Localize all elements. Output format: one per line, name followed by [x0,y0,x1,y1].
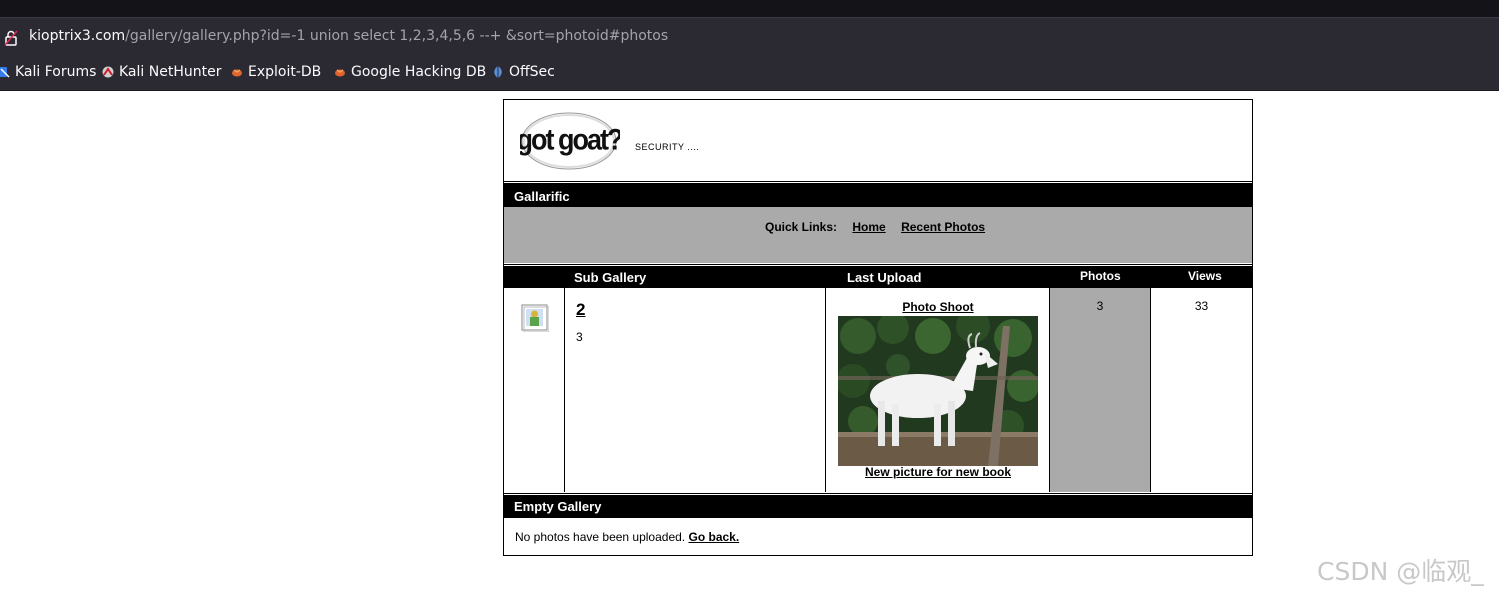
gallery-title: Gallarific [514,189,570,204]
site-tagline: SECURITY .... [635,142,700,152]
empty-gallery-message: No photos have been uploaded. Go back. [515,530,739,544]
url-domain: kioptrix3.com [29,28,126,44]
bookmark-kali-forums[interactable]: Kali Forums [0,64,96,80]
goat-photo[interactable] [836,309,1039,466]
go-back-link[interactable]: Go back. [688,530,739,544]
quick-links-label: Quick Links: [765,220,838,234]
sub-gallery-link[interactable]: 2 [576,300,585,320]
exploit-db-icon [231,66,243,78]
gallery-image-icon[interactable] [521,304,550,337]
quick-links: Quick Links: Home Recent Photos [765,220,985,234]
window-top-strip [0,0,1499,17]
ghdb-icon [334,66,346,78]
photos-count: 3 [1096,299,1104,313]
no-photos-text: No photos have been uploaded. [515,530,686,544]
divider [504,181,1252,182]
bookmark-google-hacking-db[interactable]: Google Hacking DB [334,64,486,80]
gallery-icon-cell [504,288,565,492]
views-count: 33 [1194,299,1209,313]
site-logo[interactable]: got goat? [517,110,624,177]
photo-shoot-link[interactable]: Photo Shoot [826,300,1050,314]
bookmark-kali-nethunter[interactable]: Kali NetHunter [102,64,221,80]
recent-photos-link[interactable]: Recent Photos [901,220,985,234]
last-upload-cell: Photo Shoot New picture for new book [826,288,1050,492]
gallery-page: got goat? SECURITY .... Gallarific Quick… [503,99,1253,556]
gallery-title-bar: Gallarific [504,183,1252,207]
url-text[interactable]: kioptrix3.com/gallery/gallery.php?id=-1 … [29,28,668,44]
header-photos: Photos [1080,269,1121,283]
watermark: CSDN @临观_ [1317,557,1484,586]
quick-links-panel: Quick Links: Home Recent Photos [504,207,1252,263]
address-bar[interactable]: kioptrix3.com/gallery/gallery.php?id=-1 … [0,17,1499,55]
empty-gallery-title: Empty Gallery [514,499,602,514]
table-header: Sub Gallery Last Upload Photos Views [504,266,1252,288]
header-last-upload: Last Upload [847,270,922,285]
header-sub-gallery: Sub Gallery [574,270,647,285]
views-cell: 33 [1151,288,1252,492]
url-path: /gallery/gallery.php?id=-1 union select … [125,28,669,44]
empty-gallery-bar: Empty Gallery [504,495,1252,518]
svg-text:got goat?: got goat? [520,123,620,156]
sub-gallery-count: 3 [576,330,583,344]
sub-gallery-cell: 2 3 [565,288,826,492]
offsec-icon [492,66,504,78]
photo-caption-link[interactable]: New picture for new book [826,465,1050,479]
divider [504,264,1252,265]
divider [504,493,1252,494]
nethunter-icon [102,66,114,78]
bookmark-offsec[interactable]: OffSec [492,64,555,80]
bookmarks-toolbar: Kali Forums Kali NetHunter Exploit-DB Go… [0,55,1499,91]
kali-forums-icon [0,66,10,78]
header-views: Views [1188,269,1222,283]
insecure-lock-icon[interactable] [4,30,18,51]
photos-cell: 3 [1050,288,1151,492]
home-link[interactable]: Home [852,220,885,234]
table-row: 2 3 Photo Shoot New picture for new book… [504,288,1252,493]
bookmark-exploit-db[interactable]: Exploit-DB [231,64,321,80]
